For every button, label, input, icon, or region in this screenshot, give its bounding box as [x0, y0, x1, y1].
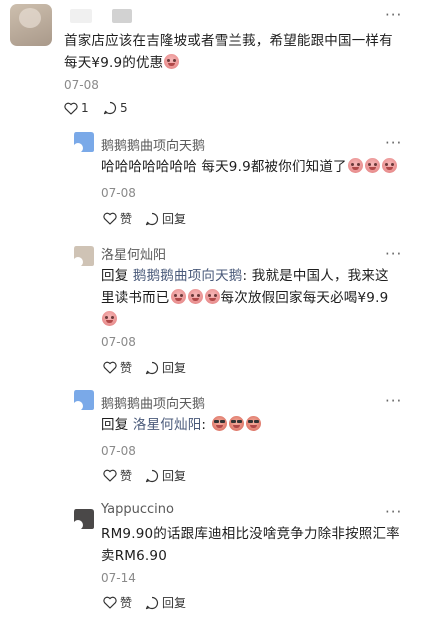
username-placeholder [70, 9, 92, 23]
reply-text: 哈哈哈哈哈哈哈 每天9.9都被你们知道了 [101, 156, 398, 178]
avatar[interactable] [73, 131, 95, 153]
comment-text-line: 首家店应该在吉隆坡或者雪兰莪，希望能跟中国一样有 [64, 33, 393, 49]
mention-link[interactable]: 鹅鹅鹅曲项向天鹅 [133, 268, 243, 284]
reply-text-segment: : [201, 417, 211, 433]
reply-text: RM9.90的话跟库迪相比没啥竞争力除非按照汇率 卖RM6.90 [101, 523, 400, 567]
comment-text-line: 每天¥9.9的优惠 [64, 52, 393, 74]
comment-date: 07-08 [64, 78, 99, 92]
reply-text-line: 卖RM6.90 [101, 548, 167, 564]
like-count: 1 [81, 101, 89, 115]
emoji-icon [204, 289, 220, 304]
comment-thread: ··· 首家店应该在吉隆坡或者雪兰莪，希望能跟中国一样有 每天¥9.9的优惠 0… [0, 0, 424, 618]
reply-date: 07-14 [101, 571, 136, 585]
comment-icon [145, 596, 159, 609]
heart-icon [103, 596, 117, 609]
emoji-icon [164, 54, 180, 69]
more-icon[interactable]: ··· [385, 136, 402, 151]
reply-author[interactable]: Yappuccino [101, 502, 174, 517]
emoji-icon [245, 416, 261, 431]
reply-author[interactable]: 洛星何灿阳 [101, 244, 166, 263]
avatar[interactable] [73, 245, 95, 267]
like-button[interactable]: 1 [64, 101, 89, 115]
reply-date: 07-08 [101, 186, 136, 200]
emoji-icon [170, 289, 186, 304]
reply-text-line [101, 309, 389, 331]
comment-text: 首家店应该在吉隆坡或者雪兰莪，希望能跟中国一样有 每天¥9.9的优惠 [64, 30, 393, 74]
reply-button[interactable]: 回复 [145, 594, 186, 611]
like-label: 赞 [120, 596, 133, 610]
mention-link[interactable]: 洛星何灿阳 [133, 417, 202, 433]
emoji-icon [347, 158, 363, 173]
reply-text-segment: 哈哈哈哈哈哈哈 每天9.9都被你们知道了 [101, 159, 347, 175]
comment-icon [145, 361, 159, 374]
avatar[interactable] [10, 4, 52, 46]
like-label: 赞 [120, 361, 133, 375]
reply-count: 5 [120, 101, 128, 115]
like-label: 赞 [120, 469, 133, 483]
avatar[interactable] [73, 508, 95, 530]
more-icon[interactable]: ··· [385, 394, 402, 409]
heart-icon [103, 212, 117, 225]
reply-label: 回复 [162, 361, 187, 375]
heart-icon [103, 469, 117, 482]
reply-button[interactable]: 回复 [145, 210, 186, 227]
username-placeholder [112, 9, 132, 23]
reply-count-button[interactable]: 5 [103, 101, 128, 115]
like-button[interactable]: 赞 [103, 359, 132, 376]
reply-label: 回复 [162, 469, 187, 483]
comment-icon [103, 101, 117, 115]
reply-label: 回复 [162, 212, 187, 226]
reply-date: 07-08 [101, 444, 136, 458]
like-button[interactable]: 赞 [103, 594, 132, 611]
like-button[interactable]: 赞 [103, 210, 132, 227]
comment-text-segment: 每天¥9.9的优惠 [64, 55, 164, 71]
emoji-icon [381, 158, 397, 173]
reply-text: 回复 洛星何灿阳: [101, 414, 262, 436]
reply-text: 回复 鹅鹅鹅曲项向天鹅: 我就是中国人，我来这 里读书而已 每次放假回家每天必喝¥… [101, 265, 389, 331]
more-icon[interactable]: ··· [385, 505, 402, 520]
more-icon[interactable]: ··· [385, 247, 402, 262]
reply-prefix: 回复 [101, 417, 133, 433]
reply-prefix: 回复 [101, 268, 133, 284]
reply-text-segment: 每次放假回家每天必喝¥9.9 [220, 290, 389, 306]
reply-button[interactable]: 回复 [145, 359, 186, 376]
reply-text-segment: 里读书而已 [101, 290, 170, 306]
heart-icon [103, 361, 117, 374]
emoji-icon [364, 158, 380, 173]
reply-text-line: 里读书而已 每次放假回家每天必喝¥9.9 [101, 287, 389, 309]
reply-date: 07-08 [101, 335, 136, 349]
reply-button[interactable]: 回复 [145, 467, 186, 484]
emoji-icon [102, 311, 117, 326]
reply-label: 回复 [162, 596, 187, 610]
heart-icon [64, 102, 78, 115]
reply-author[interactable]: 鹅鹅鹅曲项向天鹅 [101, 135, 205, 154]
emoji-icon [187, 289, 203, 304]
like-label: 赞 [120, 212, 133, 226]
reply-author[interactable]: 鹅鹅鹅曲项向天鹅 [101, 393, 205, 412]
comment-icon [145, 469, 159, 482]
like-button[interactable]: 赞 [103, 467, 132, 484]
emoji-icon [211, 416, 227, 431]
emoji-icon [228, 416, 244, 431]
reply-text-segment: : 我就是中国人，我来这 [242, 268, 389, 284]
more-icon[interactable]: ··· [385, 8, 402, 23]
reply-text-line: 回复 鹅鹅鹅曲项向天鹅: 我就是中国人，我来这 [101, 265, 389, 287]
avatar[interactable] [73, 389, 95, 411]
reply-text-line: RM9.90的话跟库迪相比没啥竞争力除非按照汇率 [101, 526, 400, 542]
comment-icon [145, 212, 159, 225]
